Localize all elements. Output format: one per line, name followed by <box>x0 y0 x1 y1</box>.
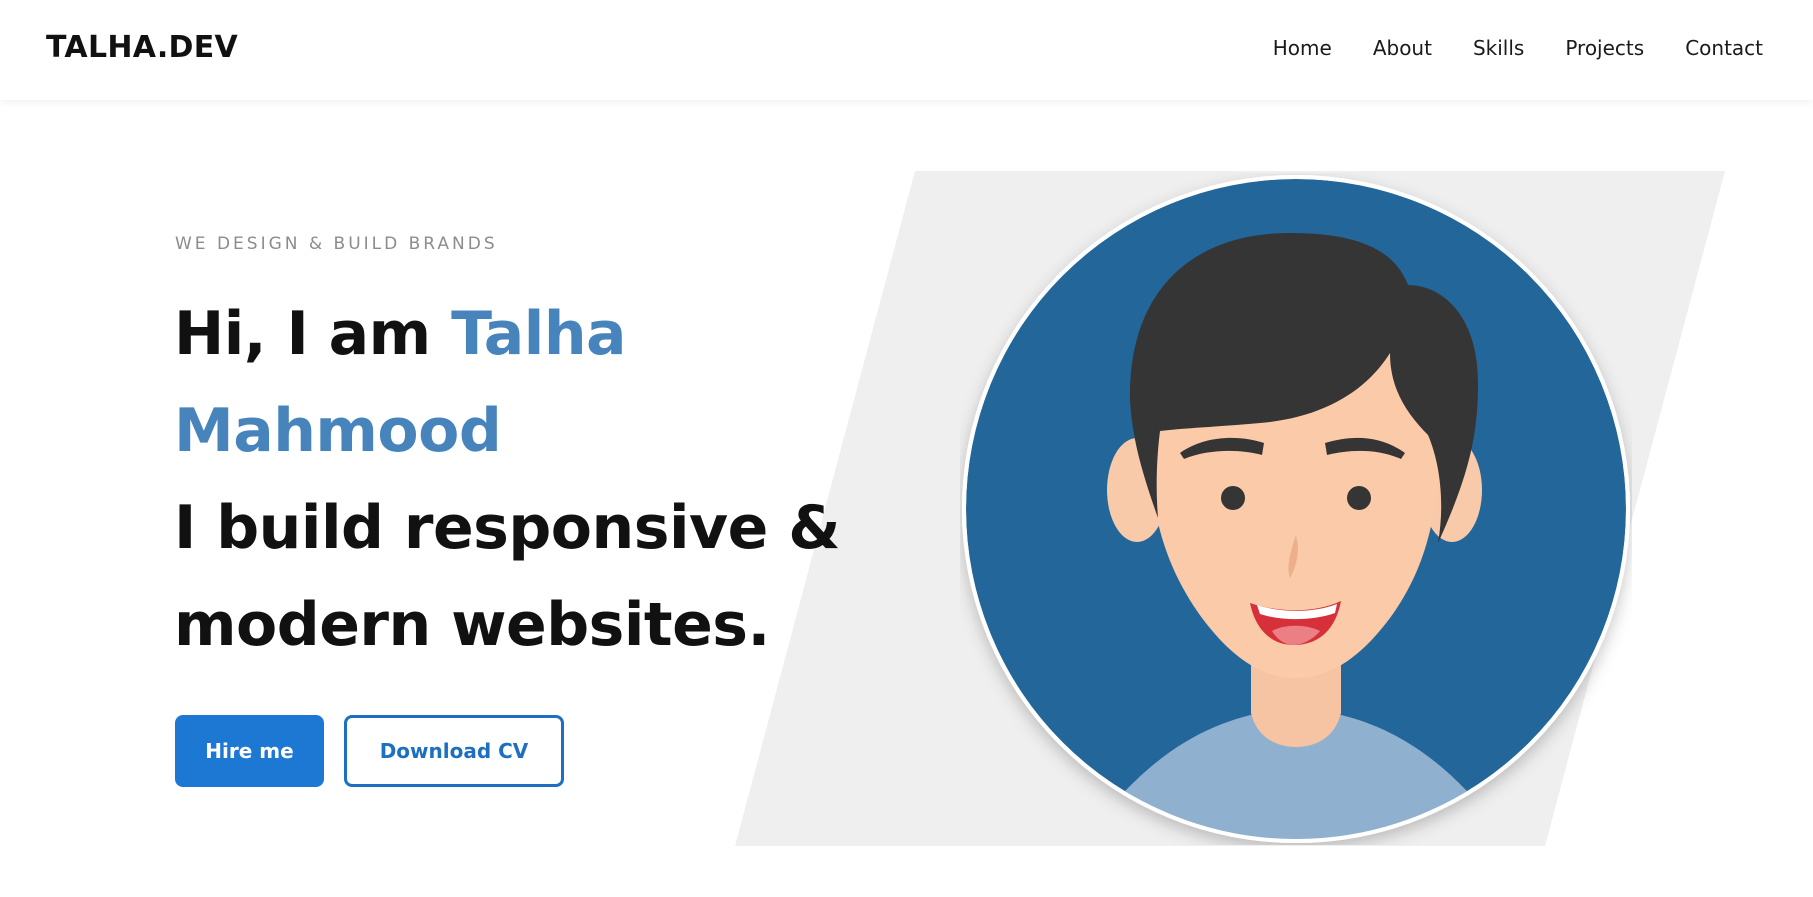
nav-link-skills[interactable]: Skills <box>1473 36 1524 60</box>
hero-section: WE DESIGN & BUILD BRANDS Hi, I am Talha … <box>0 100 1813 897</box>
statement-line-1: I build responsive & <box>174 493 841 563</box>
nav-link-about[interactable]: About <box>1373 36 1432 60</box>
top-navbar: TALHA.DEV Home About Skills Projects Con… <box>0 0 1813 100</box>
download-cv-button[interactable]: Download CV <box>344 715 564 787</box>
cartoon-boy-avatar-icon <box>962 175 1630 843</box>
nav-menu: Home About Skills Projects Contact <box>1273 36 1763 60</box>
name-last: Mahmood <box>174 396 502 466</box>
avatar <box>960 173 1632 845</box>
site-logo[interactable]: TALHA.DEV <box>46 30 238 65</box>
hero-tagline: WE DESIGN & BUILD BRANDS <box>175 234 498 254</box>
hire-me-button[interactable]: Hire me <box>175 715 324 787</box>
nav-link-home[interactable]: Home <box>1273 36 1332 60</box>
name-first: Talha <box>451 299 627 369</box>
hero-headline: Hi, I am Talha Mahmood I build responsiv… <box>174 286 894 674</box>
greeting-text: Hi, I am <box>174 299 431 369</box>
nav-link-projects[interactable]: Projects <box>1565 36 1644 60</box>
nav-link-contact[interactable]: Contact <box>1685 36 1763 60</box>
statement-line-2: modern websites. <box>174 590 770 660</box>
